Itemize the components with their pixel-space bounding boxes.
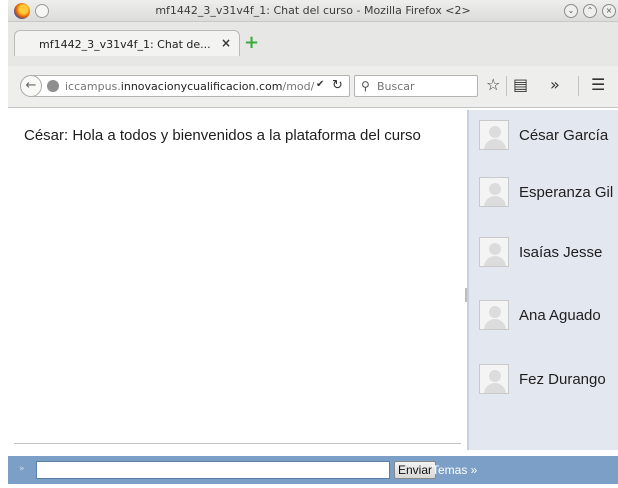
- user-item[interactable]: César García: [479, 120, 618, 152]
- search-icon: ⚲: [361, 79, 370, 93]
- chat-message: César: Hola a todos y bienvenidos a la p…: [24, 127, 421, 144]
- avatar-icon: [479, 364, 509, 394]
- avatar-icon: [479, 300, 509, 330]
- window-title: mf1442_3_v31v4f_1: Chat del curso - Mozi…: [155, 4, 471, 17]
- message-input[interactable]: [36, 461, 390, 479]
- avatar-icon: [479, 177, 509, 207]
- user-name: Fez Durango: [519, 371, 606, 388]
- dropmarker-icon[interactable]: ✔: [316, 79, 324, 90]
- user-item[interactable]: Isaías Jesse: [479, 237, 618, 269]
- url-text[interactable]: iccampus.innovacionycualificacion.com/mo…: [65, 80, 315, 93]
- url-bar[interactable]: iccampus.innovacionycualificacion.com/mo…: [32, 75, 350, 97]
- chat-divider: [14, 443, 461, 444]
- navigation-toolbar: iccampus.innovacionycualificacion.com/mo…: [8, 66, 618, 108]
- maximize-button[interactable]: ⌃: [583, 4, 597, 18]
- window-titlebar: mf1442_3_v31v4f_1: Chat del curso - Mozi…: [8, 0, 618, 22]
- minimize-button[interactable]: ⌄: [564, 4, 578, 18]
- back-button[interactable]: ←: [20, 75, 42, 97]
- tab-strip: mf1442_3_v31v4f_1: Chat de... × +: [8, 22, 618, 66]
- tab-chat[interactable]: mf1442_3_v31v4f_1: Chat de... ×: [14, 30, 240, 56]
- toolbar-separator: [506, 76, 507, 96]
- tab-label: mf1442_3_v31v4f_1: Chat de...: [39, 38, 211, 51]
- new-tab-button[interactable]: +: [244, 34, 259, 52]
- close-tab-icon[interactable]: ×: [221, 36, 231, 50]
- user-name: Isaías Jesse: [519, 244, 603, 261]
- search-bar[interactable]: ⚲: [354, 75, 478, 97]
- user-name: César García: [519, 127, 609, 144]
- avatar-icon: [479, 120, 509, 150]
- user-item[interactable]: Esperanza Gil: [479, 177, 618, 209]
- bookmark-star-icon[interactable]: ☆: [486, 76, 500, 94]
- overflow-chevron-icon[interactable]: »: [550, 76, 560, 94]
- message-input-bar: » Enviar Temas »: [8, 456, 618, 484]
- avatar-icon: [479, 237, 509, 267]
- themes-link[interactable]: Temas »: [432, 463, 477, 477]
- user-item[interactable]: Ana Aguado: [479, 300, 618, 332]
- toolbar-separator: [578, 76, 579, 96]
- back-arrow-icon: ←: [25, 78, 37, 93]
- user-name: Ana Aguado: [519, 307, 601, 324]
- chat-messages-area: César: Hola a todos y bienvenidos a la p…: [8, 110, 467, 444]
- user-item[interactable]: Fez Durango: [479, 364, 618, 396]
- send-button[interactable]: Enviar: [394, 461, 437, 479]
- user-name: Esperanza Gil: [519, 184, 614, 201]
- prompt-marker: »: [19, 464, 25, 474]
- hamburger-menu-icon[interactable]: ☰: [591, 76, 605, 94]
- globe-icon: [47, 80, 59, 92]
- users-panel: César García Esperanza Gil Isaías Jesse …: [467, 110, 618, 450]
- clipboard-icon[interactable]: ▤: [513, 76, 528, 94]
- close-window-button[interactable]: ×: [602, 4, 616, 18]
- search-input[interactable]: [377, 78, 473, 94]
- reload-icon[interactable]: ↻: [332, 78, 343, 93]
